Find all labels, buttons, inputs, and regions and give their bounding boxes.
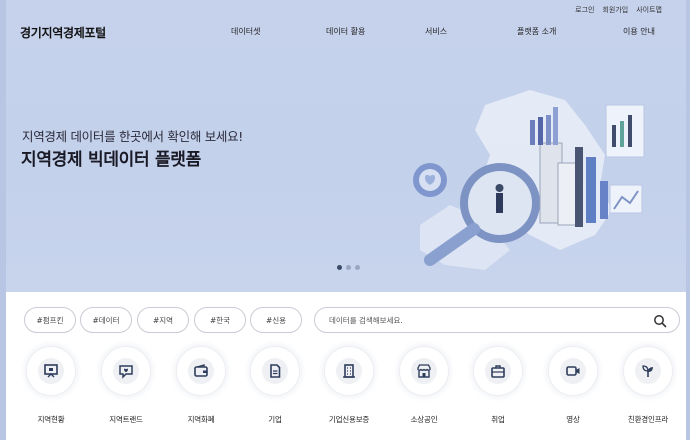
category-label: 지역화폐 bbox=[187, 415, 215, 424]
nav-service[interactable]: 서비스 bbox=[425, 26, 447, 37]
search-box bbox=[314, 307, 680, 333]
nav-dataset[interactable]: 데이터셋 bbox=[231, 26, 260, 37]
slide-indicators bbox=[337, 265, 360, 270]
slide-dot-2[interactable] bbox=[346, 265, 351, 270]
slide-dot-3[interactable] bbox=[355, 265, 360, 270]
nav-platform-intro[interactable]: 플랫폼 소개 bbox=[517, 26, 556, 37]
login-link[interactable]: 로그인 bbox=[575, 5, 594, 15]
video-camera-icon bbox=[566, 366, 580, 376]
category-company[interactable]: 기업 bbox=[244, 346, 306, 425]
category-label: 지역트랜드 bbox=[109, 415, 143, 424]
category-label: 소상공인 bbox=[410, 415, 438, 424]
main-nav: 데이터셋 데이터 활용 서비스 플랫폼 소개 이용 안내 bbox=[0, 26, 690, 40]
left-frame-border bbox=[0, 0, 6, 440]
presentation-board-icon bbox=[44, 364, 58, 378]
search-icon[interactable] bbox=[653, 314, 667, 328]
category-label: 지역현황 bbox=[37, 415, 65, 424]
right-frame-border bbox=[686, 0, 690, 440]
hashtag-chip[interactable]: #지역 bbox=[137, 307, 189, 333]
hero-banner: 로그인 회원가입 사이트맵 경기지역경제포털 데이터셋 데이터 활용 서비스 플… bbox=[0, 0, 690, 292]
category-label: 친환경인프라 bbox=[627, 415, 669, 424]
storefront-icon bbox=[417, 364, 431, 378]
wallet-icon bbox=[194, 364, 208, 377]
category-small-business[interactable]: 소상공인 bbox=[393, 346, 455, 425]
category-label: 영상 bbox=[566, 415, 580, 424]
briefcase-icon bbox=[491, 365, 505, 378]
category-local-currency[interactable]: 지역화폐 bbox=[170, 346, 232, 425]
category-eco-infra[interactable]: 친환경인프라 bbox=[617, 346, 679, 425]
hero-subtitle: 지역경제 데이터를 한곳에서 확인해 보세요! bbox=[22, 129, 244, 144]
category-label: 기업 bbox=[268, 415, 282, 424]
chat-heart-icon bbox=[119, 365, 133, 379]
nav-data-usage[interactable]: 데이터 활용 bbox=[326, 26, 365, 37]
hashtag-chip[interactable]: #펌프킨 bbox=[24, 307, 76, 333]
category-video[interactable]: 영상 bbox=[542, 346, 604, 425]
hero-title: 지역경제 빅데이터 플랫폼 bbox=[21, 150, 201, 170]
category-employment[interactable]: 취업 bbox=[467, 346, 529, 425]
signup-link[interactable]: 회원가입 bbox=[602, 5, 628, 15]
building-icon bbox=[343, 364, 355, 378]
search-input[interactable] bbox=[329, 315, 649, 325]
document-icon bbox=[270, 364, 281, 378]
category-credit-guarantee[interactable]: 기업신용보증 bbox=[318, 346, 380, 425]
hashtag-chip[interactable]: #신용 bbox=[250, 307, 302, 333]
category-label: 취업 bbox=[491, 415, 505, 424]
utility-links: 로그인 회원가입 사이트맵 bbox=[575, 5, 662, 15]
slide-dot-1[interactable] bbox=[337, 265, 342, 270]
sitemap-link[interactable]: 사이트맵 bbox=[636, 5, 662, 15]
hashtag-chip[interactable]: #한국 bbox=[194, 307, 246, 333]
hero-illustration bbox=[413, 90, 645, 270]
nav-guide[interactable]: 이용 안내 bbox=[623, 26, 655, 37]
category-regional-status[interactable]: 지역현황 bbox=[20, 346, 82, 425]
eco-plant-icon bbox=[642, 365, 653, 377]
hashtag-chip[interactable]: #데이터 bbox=[80, 307, 132, 333]
category-regional-trend[interactable]: 지역트랜드 bbox=[95, 346, 157, 425]
category-label: 기업신용보증 bbox=[328, 415, 370, 424]
